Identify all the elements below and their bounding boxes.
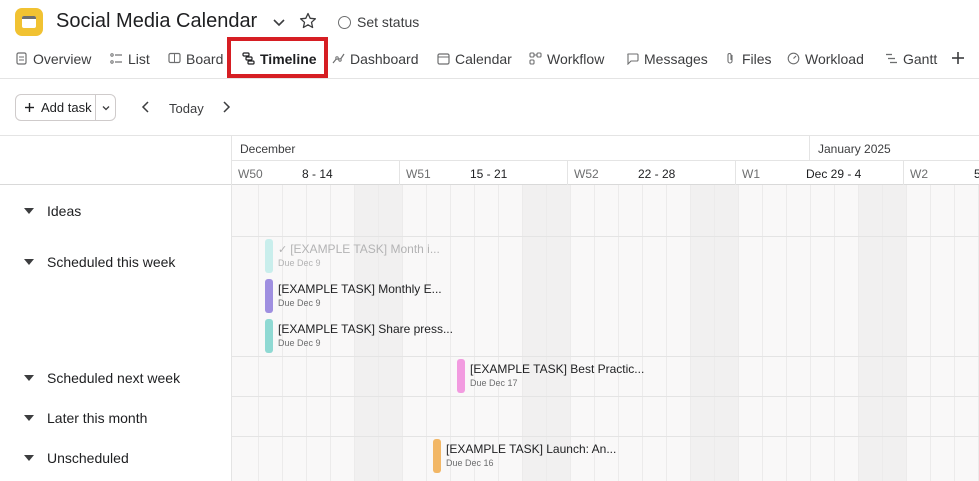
week-number: W52: [574, 167, 599, 181]
workflow-icon: [529, 52, 542, 65]
tab-board[interactable]: Board: [168, 44, 223, 73]
set-status-label: Set status: [357, 14, 420, 30]
add-task-dropdown[interactable]: [96, 95, 115, 120]
task-card[interactable]: ✓ [EXAMPLE TASK] Month i... Due Dec 9: [265, 239, 440, 273]
timeline-view: December January 2025 W50 8 - 14 W51 15 - 2…: [0, 135, 979, 481]
tab-workflow[interactable]: Workflow: [529, 44, 604, 73]
section-list-header: [0, 136, 231, 185]
tab-workload[interactable]: Workload: [787, 44, 864, 73]
week-range: Dec 29 - 4: [806, 167, 862, 181]
project-tabs: Overview List Board Timeline Dashboard C…: [0, 44, 979, 79]
workload-icon: [787, 52, 800, 65]
tab-overview[interactable]: Overview: [15, 44, 91, 73]
week-divider: [399, 161, 400, 185]
section-list: [0, 136, 232, 481]
task-bar[interactable]: [265, 239, 273, 273]
tab-gantt[interactable]: Gantt: [885, 44, 937, 73]
task-bar[interactable]: [433, 439, 441, 473]
timeline-toolbar: Add task Today: [0, 80, 979, 135]
task-due-date: Due Dec 9: [278, 338, 321, 348]
task-bar[interactable]: [265, 279, 273, 313]
tab-files[interactable]: Files: [724, 44, 772, 73]
task-name: [EXAMPLE TASK] Best Practic...: [470, 362, 645, 376]
task-card[interactable]: [EXAMPLE TASK] Best Practic... Due Dec 1…: [457, 359, 644, 393]
collapse-triangle-icon[interactable]: [24, 208, 34, 214]
gantt-icon: [886, 53, 897, 64]
week-range: 8 - 14: [302, 167, 333, 181]
document-icon: [16, 52, 27, 65]
add-task-split-button: Add task: [15, 94, 116, 121]
collapse-triangle-icon[interactable]: [24, 415, 34, 421]
chevron-right-icon[interactable]: [219, 100, 233, 114]
section-header[interactable]: Unscheduled: [24, 450, 129, 466]
today-button[interactable]: Today: [169, 101, 204, 116]
task-bar[interactable]: [265, 319, 273, 353]
section-title: Scheduled next week: [47, 370, 181, 386]
plus-icon[interactable]: [950, 50, 966, 66]
week-number: W1: [742, 167, 760, 181]
task-card[interactable]: [EXAMPLE TASK] Share press... Due Dec 9: [265, 319, 453, 353]
section-title: Scheduled this week: [47, 254, 176, 270]
check-icon: ✓: [278, 244, 288, 256]
week-range: 22 - 28: [638, 167, 676, 181]
week-divider: [735, 161, 736, 185]
task-due-date: Due Dec 9: [278, 298, 321, 308]
task-due-date: Due Dec 17: [470, 378, 518, 388]
chevron-down-icon[interactable]: [271, 14, 287, 30]
section-title: Later this month: [47, 410, 148, 426]
timeline-tab-highlight: [227, 37, 328, 78]
task-card[interactable]: [EXAMPLE TASK] Launch: An... Due Dec 16: [433, 439, 616, 473]
section-header[interactable]: Ideas: [24, 203, 81, 219]
week-header: W50 8 - 14 W51 15 - 21 W52 22 - 28 W1 Dec 29 - …: [232, 161, 979, 185]
calendar-icon[interactable]: [15, 8, 43, 36]
section-header[interactable]: Scheduled this week: [24, 254, 175, 270]
board-icon: [168, 52, 181, 64]
set-status-button[interactable]: Set status: [338, 14, 419, 30]
task-name: [EXAMPLE TASK] Month i...: [290, 242, 440, 256]
section-header[interactable]: Scheduled next week: [24, 370, 180, 386]
week-divider: [567, 161, 568, 185]
month-divider: [809, 136, 810, 161]
star-icon[interactable]: [298, 11, 318, 31]
add-task-label: Add task: [41, 100, 92, 115]
tab-list[interactable]: List: [110, 44, 150, 73]
week-range: 15 - 21: [470, 167, 508, 181]
week-number: W2: [910, 167, 928, 181]
week-range: 5: [974, 167, 979, 181]
dashboard-icon: [332, 53, 345, 64]
month-header: December January 2025: [232, 136, 979, 161]
task-name: [EXAMPLE TASK] Launch: An...: [446, 442, 617, 456]
task-bar[interactable]: [457, 359, 465, 393]
week-number: W51: [406, 167, 431, 181]
collapse-triangle-icon[interactable]: [24, 375, 34, 381]
chevron-down-icon: [102, 105, 109, 110]
calendar-icon: [437, 53, 450, 65]
collapse-triangle-icon[interactable]: [24, 455, 34, 461]
month-label: January 2025: [818, 142, 891, 156]
list-icon: [110, 53, 122, 64]
status-circle-icon: [338, 15, 351, 29]
plus-icon: [25, 103, 34, 112]
chevron-left-icon[interactable]: [139, 100, 153, 114]
paperclip-icon: [727, 53, 733, 64]
section-header[interactable]: Later this month: [24, 410, 147, 426]
month-label: December: [240, 142, 296, 156]
task-due-date: Due Dec 16: [446, 458, 494, 468]
section-title: Ideas: [47, 203, 82, 219]
section-title: Unscheduled: [47, 450, 129, 466]
message-icon: [627, 53, 639, 65]
task-name: [EXAMPLE TASK] Monthly E...: [278, 282, 442, 296]
week-number: W50: [238, 167, 263, 181]
add-task-button[interactable]: Add task: [16, 95, 96, 120]
task-name: [EXAMPLE TASK] Share press...: [278, 322, 453, 336]
week-divider: [903, 161, 904, 185]
project-title[interactable]: Social Media Calendar: [56, 10, 257, 33]
project-header: Social Media Calendar Set status: [0, 0, 979, 44]
tab-messages[interactable]: Messages: [626, 44, 708, 73]
collapse-triangle-icon[interactable]: [24, 259, 34, 265]
task-card[interactable]: [EXAMPLE TASK] Monthly E... Due Dec 9: [265, 279, 442, 313]
task-due-date: Due Dec 9: [278, 258, 321, 268]
tab-dashboard[interactable]: Dashboard: [332, 44, 419, 73]
tab-calendar[interactable]: Calendar: [437, 44, 512, 73]
